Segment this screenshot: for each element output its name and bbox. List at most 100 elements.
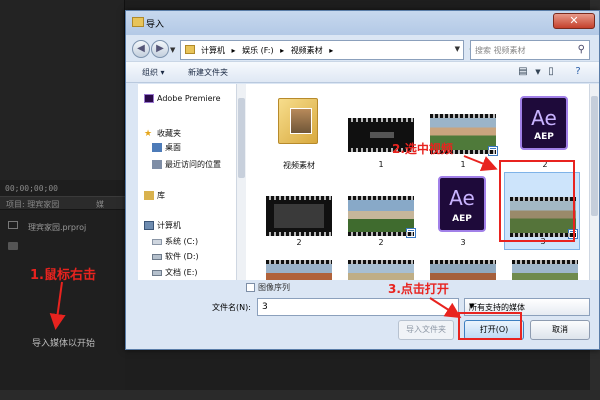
nav-item-desktop[interactable]: 桌面: [152, 142, 181, 153]
close-button[interactable]: ✕: [553, 13, 595, 29]
selected-file-highlight: [499, 160, 575, 242]
breadcrumb-item[interactable]: 视频素材: [291, 46, 323, 55]
nav-pane-scrollbar[interactable]: [236, 84, 246, 280]
address-bar[interactable]: 计算机 ▸ 娱乐 (F:) ▸ 视频素材 ▸ ▼: [180, 40, 464, 60]
help-icon[interactable]: ?: [571, 66, 585, 78]
organize-button[interactable]: 组织 ▾: [142, 67, 165, 78]
nav-item-drive-e[interactable]: 文档 (E:): [152, 267, 198, 278]
cancel-button[interactable]: 取消: [530, 320, 590, 340]
premiere-icon: [144, 94, 154, 103]
search-icon[interactable]: ⚲: [578, 44, 585, 55]
recent-pages-dropdown-icon[interactable]: ▼: [170, 46, 178, 54]
scrollbar-thumb[interactable]: [591, 96, 598, 216]
search-box[interactable]: ⚲: [470, 40, 590, 60]
timecode-readout: 00;00;00;00: [5, 184, 58, 193]
breadcrumb[interactable]: 计算机 ▸ 娱乐 (F:) ▸ 视频素材 ▸: [201, 45, 337, 56]
empty-project-hint[interactable]: 导入媒体以开始: [32, 336, 95, 349]
import-folder-button[interactable]: 导入文件夹: [398, 320, 454, 340]
video-thumbnail: [348, 196, 416, 238]
tab-project[interactable]: 项目: 理宾家园: [6, 199, 59, 210]
premiere-source-panel: [0, 0, 125, 180]
filename-field[interactable]: [257, 298, 459, 316]
bin-icon: [8, 242, 18, 250]
media-badge-icon: [488, 146, 498, 156]
drive-icon: [152, 238, 162, 245]
nav-item-drive-d[interactable]: 软件 (D:): [152, 251, 199, 262]
file-item[interactable]: 2: [342, 174, 420, 250]
after-effects-file-icon: Ae AEP: [438, 176, 486, 232]
address-dropdown-icon[interactable]: ▼: [455, 45, 460, 53]
nav-item-computer[interactable]: 计算机: [144, 220, 181, 231]
filename-label: 文件名(N):: [212, 303, 251, 312]
file-item[interactable]: [424, 254, 502, 280]
nav-item-premiere[interactable]: Adobe Premiere: [144, 94, 221, 103]
file-label: 2: [378, 238, 384, 247]
new-folder-button[interactable]: 新建文件夹: [188, 67, 228, 78]
tab-media-browser[interactable]: 媒: [96, 199, 104, 210]
file-label: 视频素材: [283, 161, 315, 170]
preview-pane-icon[interactable]: ▯: [544, 66, 558, 78]
file-item[interactable]: [506, 254, 584, 280]
chevron-down-icon: ▼: [469, 302, 475, 310]
file-item[interactable]: Ae AEP 3: [424, 174, 502, 250]
project-file-name: 理宾家园.prproj: [28, 223, 87, 232]
breadcrumb-item[interactable]: 娱乐 (F:): [242, 46, 273, 55]
image-sequence-checkbox[interactable]: [246, 283, 255, 292]
folder-icon: [132, 17, 144, 27]
media-badge-icon: [406, 228, 416, 238]
annotation-step1: 1.鼠标右击: [30, 268, 96, 283]
folder-icon: [185, 45, 195, 54]
file-item[interactable]: [342, 254, 420, 280]
folder-thumbnail-icon: [278, 98, 318, 144]
breadcrumb-separator[interactable]: ▸: [329, 46, 333, 55]
image-sequence-option[interactable]: 图像序列: [246, 281, 406, 295]
nav-item-libraries[interactable]: 库: [144, 190, 165, 201]
computer-icon: [144, 221, 154, 230]
search-input[interactable]: [475, 44, 571, 56]
open-button-highlight: [458, 312, 522, 340]
forward-arrow-icon[interactable]: ▶: [151, 40, 169, 58]
video-thumbnail: [266, 196, 332, 236]
project-panel[interactable]: [0, 210, 125, 400]
view-dropdown-icon[interactable]: ▼: [531, 66, 545, 78]
file-item[interactable]: 2: [260, 174, 338, 250]
video-thumbnail: [512, 260, 578, 280]
dialog-title: 导入: [146, 20, 165, 30]
file-list-scrollbar[interactable]: [589, 84, 599, 280]
desktop-icon: [152, 143, 162, 152]
project-panel-tabs: 项目: 理宾家园 媒: [0, 196, 125, 210]
breadcrumb-separator[interactable]: ▸: [280, 46, 284, 55]
nav-item-drive-c[interactable]: 系统 (C:): [152, 236, 198, 247]
file-item[interactable]: 1: [342, 88, 420, 174]
star-icon: ★: [144, 129, 153, 139]
file-item[interactable]: 视频素材: [260, 88, 338, 174]
video-thumbnail: [266, 260, 332, 280]
library-icon: [144, 191, 154, 200]
view-options-icon[interactable]: ▤: [516, 66, 530, 78]
back-arrow-icon[interactable]: ◀: [132, 40, 150, 58]
file-item[interactable]: 1: [424, 88, 502, 174]
drive-icon: [152, 269, 162, 276]
dialog-titlebar[interactable]: 导入 ✕: [126, 11, 599, 35]
premiere-bottom-bar: [0, 390, 600, 400]
video-thumbnail: [348, 260, 414, 280]
file-label: 1: [460, 160, 466, 169]
file-label: 1: [378, 160, 384, 169]
drive-icon: [152, 253, 162, 260]
breadcrumb-separator[interactable]: ▸: [232, 46, 236, 55]
recent-places-icon: [152, 160, 162, 169]
project-file-icon: [8, 221, 18, 229]
breadcrumb-item[interactable]: 计算机: [201, 46, 225, 55]
nav-item-favorites[interactable]: ★ 收藏夹: [144, 128, 181, 139]
file-label: 2: [296, 238, 302, 247]
scrollbar-thumb[interactable]: [238, 98, 245, 178]
after-effects-file-icon: Ae AEP: [520, 96, 568, 150]
image-sequence-label: 图像序列: [258, 283, 290, 292]
file-label: 3: [460, 238, 466, 247]
file-item[interactable]: [260, 254, 338, 280]
navigation-pane: Adobe Premiere ★ 收藏夹 桌面 最近访问的位置 库 计算机 系统 …: [138, 84, 236, 280]
nav-item-recent-places[interactable]: 最近访问的位置: [152, 159, 221, 170]
annotation-step2: 2.选中视频: [392, 142, 453, 156]
video-thumbnail: [430, 260, 496, 280]
dialog-toolbar: 组织 ▾ 新建文件夹 ▤ ▼ ▯ ?: [126, 61, 599, 83]
